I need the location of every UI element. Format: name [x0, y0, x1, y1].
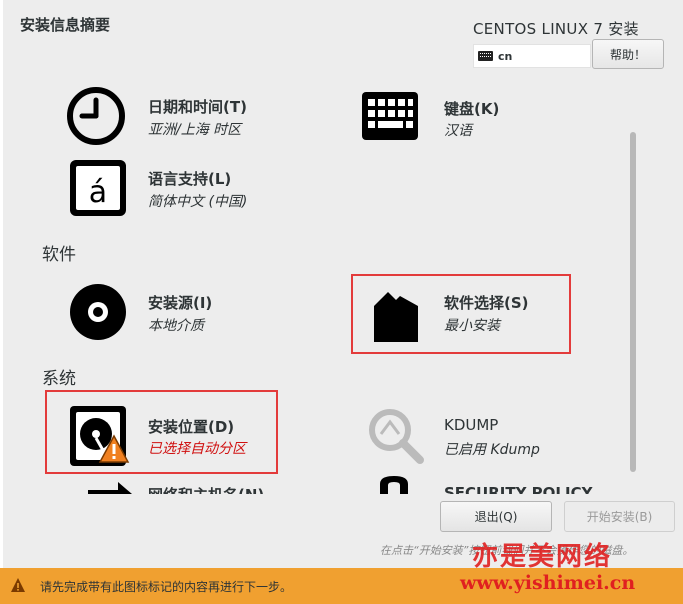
clock-icon — [67, 87, 125, 145]
watermark-site-name: 亦是美网络 — [472, 542, 613, 572]
spoke-status: 本地介质 — [148, 318, 204, 334]
spoke-title: 软件选择(S) — [444, 294, 529, 312]
spoke-status: 亚洲/上海 时区 — [148, 122, 242, 138]
spoke-title: 键盘(K) — [444, 100, 500, 118]
language-icon: á — [70, 160, 126, 216]
network-icon — [88, 482, 132, 494]
spoke-title: 日期和时间(T) — [148, 98, 247, 116]
keyboard-icon — [478, 51, 493, 61]
spoke-title: 安装位置(D) — [148, 418, 235, 436]
begin-installation-button[interactable]: 开始安装(B) — [564, 501, 675, 532]
help-button[interactable]: 帮助！ — [592, 39, 664, 69]
spoke-status: 已选择自动分区 — [148, 441, 246, 457]
keyboard-large-icon — [362, 92, 418, 140]
watermark-url: www.yishimei.cn — [460, 572, 636, 594]
spoke-status: 汉语 — [444, 123, 472, 139]
spoke-title: 语言支持(L) — [148, 170, 232, 188]
spoke-install-source[interactable]: 安装源(I) 本地介质 — [64, 280, 324, 344]
warning-icon — [98, 434, 130, 463]
spoke-status: 已启用 Kdump — [444, 442, 540, 458]
spoke-title: KDUMP — [444, 416, 499, 434]
spoke-status: 简体中文 (中国) — [148, 194, 248, 210]
spoke-language[interactable]: á 语言支持(L) 简体中文 (中国) — [64, 156, 324, 220]
spoke-kdump[interactable]: KDUMP 已启用 Kdump — [364, 404, 584, 468]
keyboard-layout-indicator[interactable]: cn — [473, 44, 591, 68]
package-icon — [374, 292, 418, 342]
spoke-network-title[interactable]: 网络和主机名(N) — [148, 484, 264, 494]
spoke-install-destination[interactable]: 安装位置(D) 已选择自动分区 — [64, 400, 274, 470]
magnifier-icon — [369, 409, 424, 464]
keyboard-layout-code: cn — [498, 49, 513, 63]
scrollbar-thumb[interactable] — [630, 132, 636, 472]
section-software: 软件 — [42, 245, 76, 265]
window-edge — [0, 0, 3, 604]
spoke-keyboard[interactable]: 键盘(K) 汉语 — [358, 84, 618, 148]
svg-text:á: á — [89, 175, 107, 210]
footer-warning-icon — [11, 578, 25, 592]
section-system: 系统 — [42, 369, 76, 389]
product-title: CENTOS LINUX 7 安装 — [473, 20, 639, 38]
warning-bar-message: 请先完成带有此图标标记的内容再进行下一步。 — [40, 580, 293, 594]
page-title: 安装信息摘要 — [20, 16, 111, 34]
disc-icon — [70, 284, 126, 340]
spoke-datetime[interactable]: 日期和时间(T) 亚洲/上海 时区 — [64, 84, 324, 148]
spoke-title: 安装源(I) — [148, 294, 213, 312]
spoke-software-selection[interactable]: 软件选择(S) 最小安装 — [364, 282, 564, 346]
lock-icon — [380, 476, 408, 494]
spoke-status: 最小安装 — [444, 318, 500, 334]
spoke-security-title[interactable]: SECURITY POLICY — [444, 484, 592, 494]
quit-button[interactable]: 退出(Q) — [440, 501, 552, 532]
clipped-spokes-row: 网络和主机名(N) SECURITY POLICY — [64, 474, 624, 494]
